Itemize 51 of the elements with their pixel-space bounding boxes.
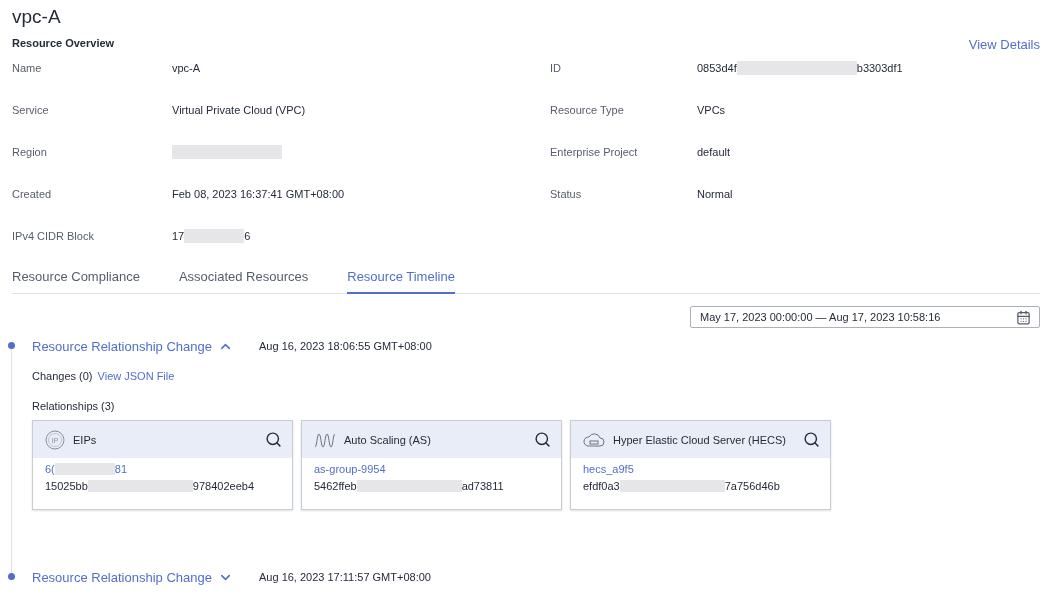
section-heading: Resource Overview <box>12 37 115 49</box>
field-label: Status <box>550 187 583 202</box>
tab[interactable]: Resource Timeline <box>347 263 455 294</box>
value-text: Normal <box>697 188 733 200</box>
field-label: Name <box>12 61 43 76</box>
field-label: IPv4 CIDR Block <box>12 229 95 244</box>
resource-id: 5462ffeb ad73811 <box>314 480 505 492</box>
field-label: ID <box>550 61 562 76</box>
view-details-link[interactable]: View Details <box>968 37 1040 52</box>
value-text: 17 <box>172 230 185 242</box>
tab[interactable]: Resource Compliance <box>12 263 140 294</box>
timeline-dot <box>8 573 15 580</box>
card-title: Hyper Elastic Cloud Server (HECS) <box>613 433 787 446</box>
resource-link[interactable]: as-group-9954 <box>314 463 549 475</box>
card-title: Auto Scaling (AS) <box>344 433 432 446</box>
field-label: Enterprise Project <box>550 145 639 160</box>
value-text: vpc-A <box>172 62 201 74</box>
event-toggle[interactable]: Resource Relationship Change <box>32 338 259 354</box>
event-toggle[interactable]: Resource Relationship Change <box>32 569 259 585</box>
resource-id: efdf0a3 7a756d46b <box>583 480 781 492</box>
changes-label: Changes (0) <box>32 370 93 382</box>
value-text: b3303df1 <box>856 62 903 74</box>
value-text: VPCs <box>697 104 726 116</box>
field-label: Region <box>12 145 48 160</box>
search-icon[interactable] <box>534 431 551 448</box>
event-time: Aug 16, 2023 18:06:55 GMT+08:00 <box>259 340 432 352</box>
value-text: Feb 08, 2023 16:37:41 GMT+08:00 <box>172 188 345 200</box>
value-text: 6 <box>244 230 251 242</box>
view-json-link[interactable]: View JSON File <box>97 370 175 382</box>
timeline-dot <box>8 342 15 349</box>
value-text: 0853d4f <box>697 62 737 74</box>
search-icon[interactable] <box>803 431 820 448</box>
date-range-field[interactable]: May 17, 2023 00:00:00 — Aug 17, 2023 10:58:16 <box>690 306 1040 328</box>
redaction-mask <box>184 229 245 243</box>
waves-icon <box>314 431 336 448</box>
relationships-label: Relationships (3) <box>32 400 115 412</box>
cloud-icon <box>583 431 605 448</box>
field-label: Resource Type <box>550 103 625 118</box>
calendar-icon <box>1016 309 1031 325</box>
value-text: default <box>697 146 731 158</box>
resource-link[interactable]: 6( 81 <box>45 463 280 475</box>
card-title: EIPs <box>73 433 98 446</box>
field-label: Created <box>12 187 53 202</box>
event-time: Aug 16, 2023 17:11:57 GMT+08:00 <box>259 571 431 583</box>
resource-id: 15025bb 978402eeb4 <box>45 480 255 492</box>
resource-link[interactable]: hecs_a9f5 <box>583 463 818 475</box>
value-text: Virtual Private Cloud (VPC) <box>172 104 306 116</box>
field-label: Service <box>12 103 50 118</box>
page-title: vpc-A <box>12 6 62 29</box>
tab[interactable]: Associated Resources <box>178 263 309 294</box>
search-icon[interactable] <box>265 431 282 448</box>
